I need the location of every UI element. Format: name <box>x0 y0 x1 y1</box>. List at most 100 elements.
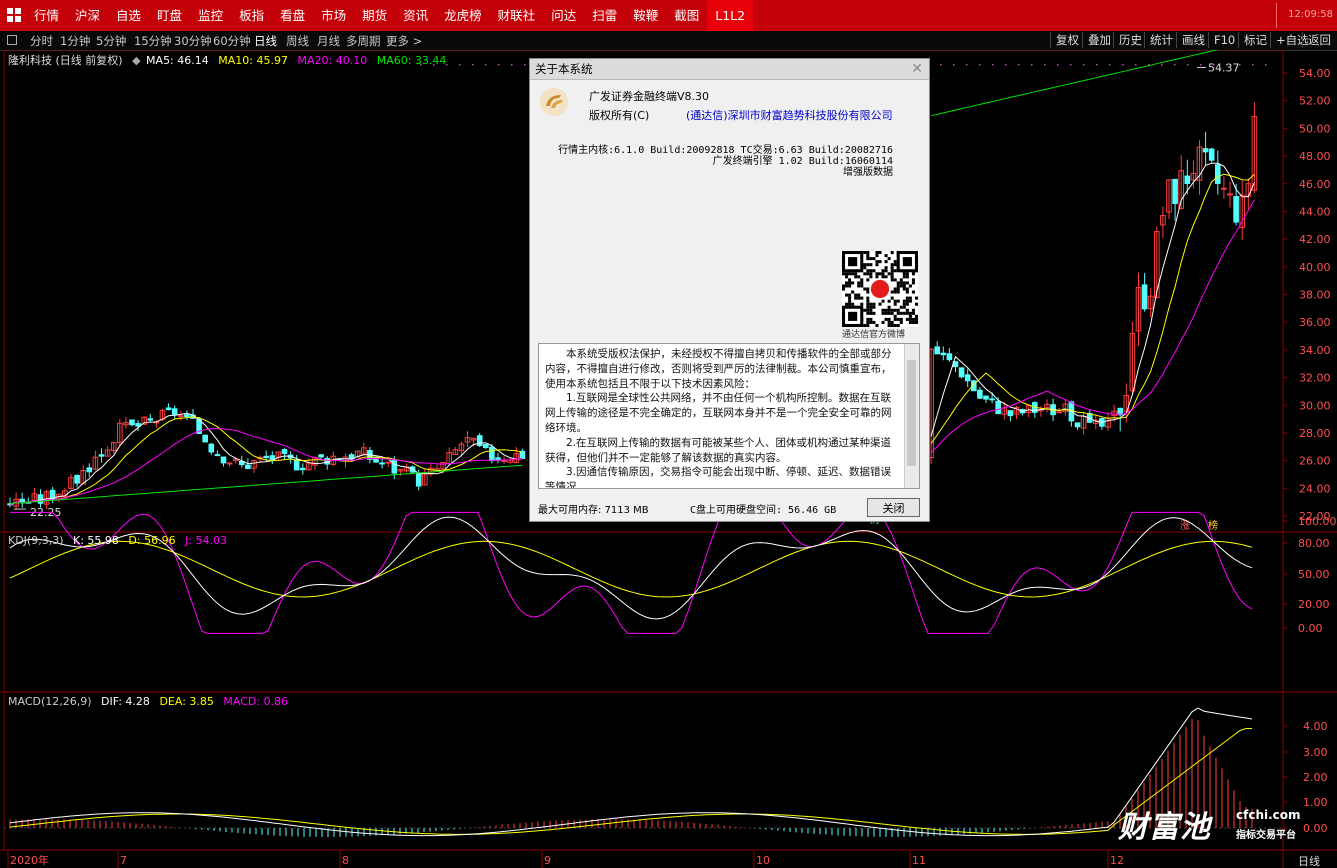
date-label: 8 <box>342 854 349 867</box>
gf-logo-icon <box>540 88 568 116</box>
macd-dea-line <box>9 728 1252 835</box>
dot <box>979 64 981 66</box>
toolbar-button[interactable]: 返回 <box>1302 32 1336 48</box>
toolbar-button[interactable]: 统计 <box>1144 32 1178 48</box>
menu-item[interactable]: 市场 <box>313 0 354 31</box>
period-tab[interactable]: 分时 <box>30 33 53 49</box>
ma60-value: MA60: 33.44 <box>376 54 447 67</box>
license-notice[interactable]: 本系统受版权法保护，未经授权不得擅自拷贝和传播软件的全部或部分内容，不得擅自进行… <box>538 343 920 489</box>
menu-item[interactable]: 财联社 <box>490 0 544 31</box>
date-label: 11 <box>912 854 926 867</box>
candle-body <box>226 462 233 465</box>
license-text: 本系统受版权法保护，未经授权不得擅自拷贝和传播软件的全部或部分内容，不得擅自进行… <box>539 344 919 488</box>
candle-body <box>98 454 105 457</box>
candle-body <box>208 443 215 453</box>
dot <box>459 64 461 66</box>
close-button[interactable]: 关闭 <box>867 498 920 517</box>
period-tab[interactable]: 月线 <box>317 33 340 49</box>
candle-body <box>171 408 178 415</box>
toolbar-button[interactable]: 叠加 <box>1082 32 1116 48</box>
menu-item[interactable]: 监控 <box>190 0 231 31</box>
watermark-sub: 指标交易平台 <box>1236 830 1296 841</box>
period-label: 日线 <box>1298 854 1320 868</box>
kdj-tick: 100.00 <box>1298 515 1337 528</box>
toolbar-button[interactable]: 复权 <box>1050 32 1084 48</box>
period-tab[interactable]: 多周期 <box>346 33 381 49</box>
macd-name[interactable]: MACD(12,26,9) <box>8 695 92 708</box>
scrollbar-thumb[interactable] <box>907 360 916 466</box>
price-tick: 26.00 <box>1299 455 1331 468</box>
dialog-title[interactable]: 关于本系统 <box>530 59 929 80</box>
period-tab[interactable]: 15分钟 <box>134 33 172 49</box>
disk-info: C盘上可用硬盘空间: 56.46 GB <box>690 505 837 516</box>
menu-item[interactable]: 行情 <box>26 0 67 31</box>
dot <box>953 64 955 66</box>
date-label: 10 <box>756 854 770 867</box>
ma-toggle-icon[interactable]: ◆ <box>132 54 140 67</box>
menu-item[interactable]: 资讯 <box>395 0 436 31</box>
dot <box>966 64 968 66</box>
data-edition: 增强版数据 <box>843 167 893 178</box>
kdj-d-line <box>9 540 1253 598</box>
candle-body <box>483 443 489 449</box>
dot <box>1174 64 1176 66</box>
candle-body <box>934 346 941 355</box>
candle-body <box>1221 187 1227 190</box>
period-tab[interactable]: 日线 <box>254 33 277 49</box>
period-tab[interactable]: 更多 > <box>386 33 422 49</box>
menu-item[interactable]: 板指 <box>231 0 272 31</box>
price-tick: 38.00 <box>1299 289 1331 302</box>
kdj-tick: 0.00 <box>1298 622 1323 635</box>
panel-toggle-icon[interactable] <box>7 34 17 48</box>
dot <box>511 64 513 66</box>
about-dialog: 关于本系统 ✕ 广发证券金融终端V8.30 版权所有(C) (通达信)深圳市财富… <box>529 58 930 522</box>
kdj-tick: 20.00 <box>1298 598 1330 611</box>
menu-item[interactable]: 盯盘 <box>149 0 190 31</box>
toolbar-button[interactable]: 历史 <box>1113 32 1147 48</box>
candle-body <box>977 389 983 399</box>
candle-body <box>165 407 172 411</box>
toolbar-button[interactable]: F10 <box>1208 32 1240 48</box>
product-name: 广发证券金融终端V8.30 <box>589 90 710 103</box>
company-link[interactable]: (通达信)深圳市财富趋势科技股份有限公司 <box>686 107 893 123</box>
scrollbar[interactable] <box>904 344 919 488</box>
menu-item[interactable]: 沪深 <box>67 0 108 31</box>
period-toolbar: 分时 1分钟 5分钟 15分钟 30分钟 60分钟 日线 周线 月线 多周期 更多 > 复权 叠加 历史统… <box>0 31 1337 51</box>
grid-menu-icon[interactable] <box>7 8 21 22</box>
menu-item[interactable]: 龙虎榜 <box>436 0 490 31</box>
price-tick: 40.00 <box>1299 261 1331 274</box>
menu-item[interactable]: 自选 <box>108 0 149 31</box>
main-indicator-header: 隆利科技 (日线 前复权) ◆ MA5: 46.14 MA10: 45.97 M… <box>8 52 452 68</box>
period-tab[interactable]: 60分钟 <box>213 33 251 49</box>
price-tick: 54.00 <box>1299 67 1331 80</box>
candle-body <box>489 446 495 462</box>
menu-item[interactable]: 截图 <box>666 0 707 31</box>
toolbar-button[interactable]: 标记 <box>1238 32 1272 48</box>
period-tab[interactable]: 5分钟 <box>96 33 126 49</box>
ma20-value: MA20: 40.10 <box>297 54 368 67</box>
menu-item[interactable]: L1L2 <box>707 0 754 31</box>
menu-item[interactable]: 看盘 <box>272 0 313 31</box>
menu-item[interactable]: 问达 <box>543 0 584 31</box>
period-tab[interactable]: 1分钟 <box>60 33 90 49</box>
candle-body <box>1074 422 1081 428</box>
dot <box>992 64 994 66</box>
menu-item[interactable]: 鞍鞭 <box>625 0 666 31</box>
dot <box>1096 64 1098 66</box>
candle-body <box>940 352 947 356</box>
menu-item[interactable]: 期货 <box>354 0 395 31</box>
period-tab[interactable]: 30分钟 <box>174 33 212 49</box>
close-icon[interactable]: ✕ <box>911 61 923 77</box>
candle-body <box>476 435 483 447</box>
stock-title: 隆利科技 (日线 前复权) <box>8 54 123 67</box>
toolbar-button[interactable]: 画线 <box>1176 32 1210 48</box>
dot <box>1252 64 1254 66</box>
kdj-name[interactable]: KDJ(9,3,3) <box>8 534 64 547</box>
candle-body <box>1208 148 1215 161</box>
dot <box>1161 64 1163 66</box>
dot <box>485 64 487 66</box>
dot <box>1005 64 1007 66</box>
menu-item[interactable]: 扫雷 <box>584 0 625 31</box>
candle-body <box>501 459 507 462</box>
period-tab[interactable]: 周线 <box>286 33 309 49</box>
